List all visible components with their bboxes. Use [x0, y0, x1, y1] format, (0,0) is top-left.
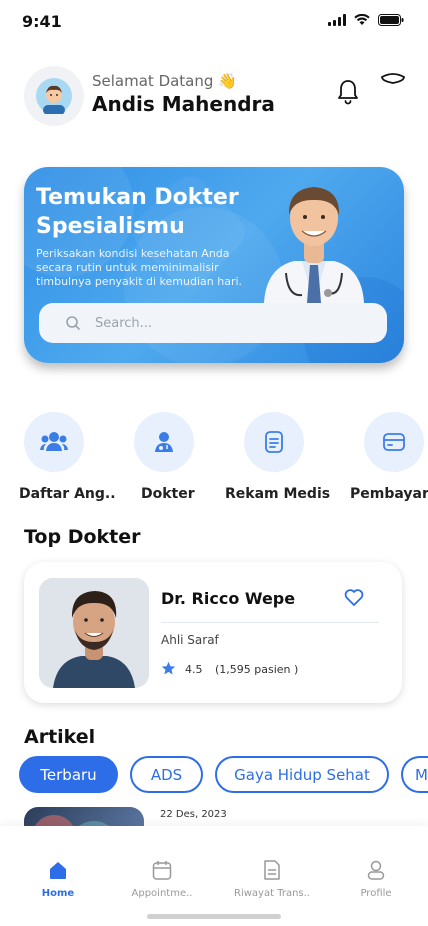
profile-icon	[367, 860, 385, 880]
divider	[161, 622, 379, 623]
doctor-illustration	[264, 187, 364, 303]
receipt-icon	[264, 860, 280, 880]
home-indicator	[147, 914, 281, 919]
battery-icon	[378, 14, 404, 26]
home-icon	[50, 862, 66, 879]
banner-title: Temukan Dokter Spesialismu	[36, 185, 239, 239]
nav-appointment-label: Appointme..	[131, 888, 193, 899]
calendar-icon	[152, 861, 172, 880]
chip-partial[interactable]: M	[401, 756, 428, 793]
app-screen: 9:41 Selamat Datang 👋 Andis Mahendra Tem…	[0, 0, 428, 926]
search-icon	[66, 316, 80, 330]
card-icon	[383, 433, 405, 451]
banner-description: Periksakan kondisi kesehatan Anda secara…	[36, 247, 243, 288]
user-name: Andis Mahendra	[92, 92, 275, 116]
nav-profile[interactable]: Profile	[336, 860, 416, 899]
avatar-icon	[36, 78, 72, 114]
doctor-patient-count: (1,595 pasien )	[215, 663, 299, 676]
nav-appointment[interactable]: Appointme..	[122, 860, 202, 899]
doctor-photo	[39, 578, 149, 688]
doctor-icon	[155, 432, 173, 452]
article-date: 22 Des, 2023	[160, 809, 227, 820]
search-input[interactable]: Search...	[39, 303, 387, 343]
nav-home-label: Home	[41, 888, 75, 899]
category-rekam-medis[interactable]	[244, 412, 304, 472]
category-label-daftar: Daftar Ang..	[19, 486, 116, 502]
status-icons	[328, 14, 404, 26]
star-icon	[161, 661, 176, 675]
category-daftar-antrean[interactable]	[24, 412, 84, 472]
category-label-rekam-medis: Rekam Medis	[225, 486, 331, 502]
doctor-specialty: Ahli Saraf	[161, 633, 219, 647]
menu-icon[interactable]	[380, 72, 406, 86]
promo-banner[interactable]: Temukan Dokter Spesialismu Periksakan ko…	[24, 167, 404, 363]
greeting-text: Selamat Datang 👋	[92, 72, 237, 90]
nav-history[interactable]: Riwayat Trans..	[232, 860, 312, 899]
doctor-name: Dr. Ricco Wepe	[161, 589, 296, 608]
signal-icon	[328, 14, 346, 26]
wifi-icon	[354, 14, 370, 25]
chip-gaya-hidup-sehat[interactable]: Gaya Hidup Sehat	[215, 756, 389, 793]
articles-title: Artikel	[24, 726, 96, 748]
category-dokter[interactable]	[134, 412, 194, 472]
nav-profile-label: Profile	[360, 888, 392, 899]
doctor-card[interactable]: Dr. Ricco Wepe Ahli Saraf 4.5 (1,595 pas…	[24, 562, 402, 703]
avatar[interactable]	[24, 66, 84, 126]
heart-icon[interactable]	[344, 589, 364, 607]
doctor-portrait	[39, 578, 149, 688]
nav-history-label: Riwayat Trans..	[234, 888, 310, 899]
category-label-pembayaran: Pembayaran	[350, 486, 428, 502]
bottom-navigation: Home Appointme.. Riwayat Trans.. Profile	[0, 826, 428, 926]
document-icon	[265, 431, 283, 453]
doctor-rating: 4.5	[185, 663, 203, 676]
search-placeholder: Search...	[95, 315, 153, 331]
chip-terbaru[interactable]: Terbaru	[19, 756, 118, 793]
users-icon	[40, 432, 68, 451]
chip-ads[interactable]: ADS	[130, 756, 203, 793]
bell-icon[interactable]	[336, 78, 360, 106]
top-doctor-title: Top Dokter	[24, 526, 141, 548]
category-pembayaran[interactable]	[364, 412, 424, 472]
status-time: 9:41	[22, 12, 62, 31]
nav-home[interactable]: Home	[18, 860, 98, 899]
category-label-dokter: Dokter	[141, 486, 195, 502]
